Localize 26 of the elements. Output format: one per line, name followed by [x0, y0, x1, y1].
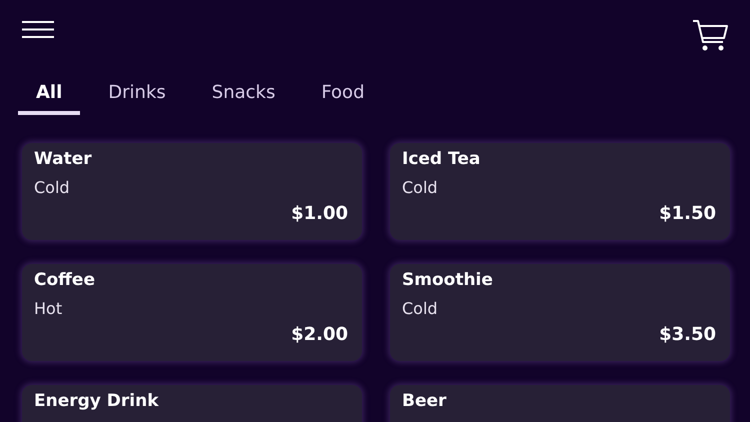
- product-price: $1.00: [291, 203, 348, 224]
- product-description: Cold: [402, 299, 438, 318]
- product-card[interactable]: Iced Tea Cold $1.50: [390, 143, 730, 240]
- product-description: Cold: [402, 178, 438, 197]
- product-card[interactable]: Coffee Hot $2.00: [22, 264, 362, 361]
- product-price: $2.00: [291, 324, 348, 345]
- product-name: Beer: [402, 391, 446, 411]
- menu-icon[interactable]: [22, 21, 54, 38]
- product-name: Smoothie: [402, 270, 493, 290]
- cart-icon[interactable]: [692, 20, 728, 52]
- product-price: $3.50: [659, 324, 716, 345]
- product-name: Water: [34, 149, 92, 169]
- product-description: Hot: [34, 299, 62, 318]
- product-card[interactable]: Smoothie Cold $3.50: [390, 264, 730, 361]
- product-name: Iced Tea: [402, 149, 480, 169]
- product-description: Cold: [34, 178, 70, 197]
- category-tab[interactable]: Drinks: [90, 78, 184, 115]
- category-tab[interactable]: All: [18, 78, 80, 115]
- category-tab[interactable]: Snacks: [194, 78, 294, 115]
- product-price: $1.50: [659, 203, 716, 224]
- category-tab[interactable]: Food: [303, 78, 382, 115]
- product-card[interactable]: Energy Drink: [22, 385, 362, 422]
- product-card[interactable]: Water Cold $1.00: [22, 143, 362, 240]
- product-card[interactable]: Beer: [390, 385, 730, 422]
- product-name: Coffee: [34, 270, 95, 290]
- product-name: Energy Drink: [34, 391, 159, 411]
